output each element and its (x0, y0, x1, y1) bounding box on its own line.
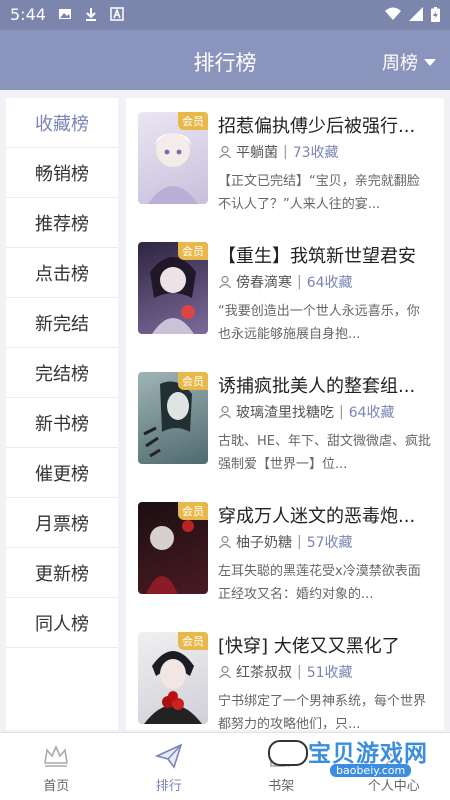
download-icon (86, 8, 96, 21)
sidebar-item-clicks[interactable]: 点击榜 (6, 248, 118, 298)
book-title[interactable]: 诱捕疯批美人的整套组... (218, 372, 436, 398)
book-meta: 傍春滴寒 | 64收藏 (218, 272, 353, 292)
sidebar-item-fan-fiction[interactable]: 同人榜 (6, 598, 118, 648)
sidebar-item-recommended[interactable]: 推荐榜 (6, 198, 118, 248)
wifi-icon (385, 7, 401, 20)
book-meta: 玻璃渣里找糖吃 | 64收藏 (218, 402, 395, 422)
crown-icon (44, 745, 69, 767)
sidebar-item-new-books[interactable]: 新书榜 (6, 398, 118, 448)
book-cover[interactable]: 会员 (138, 502, 208, 594)
book-favorites: 51收藏 (306, 665, 353, 681)
status-bar: 5:44 (0, 0, 450, 30)
author-icon (219, 535, 231, 549)
signal-icon (409, 7, 423, 21)
book-meta: 柚子奶糖 | 57收藏 (218, 532, 353, 552)
vip-badge: 会员 (178, 112, 208, 130)
author-icon (219, 665, 231, 679)
book-description: 【正文已完结】“宝贝，亲完就翻脸不认人了？”人来人往的宴... (218, 174, 420, 212)
book-description: 古耽、HE、年下、甜文微微虐、疯批强制爱【世界一】位... (218, 434, 431, 472)
sidebar-item-updated[interactable]: 更新榜 (6, 548, 118, 598)
book-title[interactable]: [快穿] 大佬又又黑化了 (218, 632, 436, 658)
book-author: 平躺菌 (236, 145, 278, 161)
book-item[interactable]: 会员 【重生】我筑新世望君安 傍春滴寒 | 64收藏 “我要创造出一个世人永远喜乐，… (126, 228, 444, 358)
period-label: 周榜 (382, 53, 418, 74)
book-title[interactable]: 【重生】我筑新世望君安 (218, 242, 436, 268)
book-cover[interactable]: 会员 (138, 112, 208, 204)
font-notification-icon (110, 7, 124, 21)
book-meta: 平躺菌 | 73收藏 (218, 142, 339, 162)
author-icon (219, 145, 231, 159)
book-title[interactable]: 招惹偏执傅少后被强行... (218, 112, 436, 138)
book-item[interactable]: 会员 诱捕疯批美人的整套组... 玻璃渣里找糖吃 | 64收藏 古耽、HE、年下、甜… (126, 358, 444, 488)
period-dropdown[interactable]: 周榜 (382, 49, 436, 75)
book-list: 会员 招惹偏执傅少后被强行... 平躺菌 | 73收藏 【正文已完结】“宝贝，亲完就… (126, 98, 444, 730)
book-item[interactable]: 会员 [快穿] 大佬又又黑化了 红茶叔叔 | 51收藏 宁书绑定了一个男神系统，每个… (126, 618, 444, 730)
book-item[interactable]: 会员 穿成万人迷文的恶毒炮... 柚子奶糖 | 57收藏 左耳失聪的黑莲花受x冷漠禁… (126, 488, 444, 618)
paper-plane-icon (154, 743, 183, 769)
book-item[interactable]: 会员 招惹偏执傅少后被强行... 平躺菌 | 73收藏 【正文已完结】“宝贝，亲完就… (126, 98, 444, 228)
caret-down-icon (424, 58, 436, 66)
book-favorites: 64收藏 (348, 405, 395, 421)
tab-home[interactable]: 首页 (0, 733, 113, 800)
book-description: “我要创造出一个世人永远喜乐，你也永远能够施展自身抱... (218, 304, 420, 342)
book-description: 宁书绑定了一个男神系统，每个世界都努力的攻略他们，只... (218, 694, 427, 730)
sidebar-item-monthly-ticket[interactable]: 月票榜 (6, 498, 118, 548)
book-description: 左耳失聪的黑莲花受x冷漠禁欲表面正经攻又名：婚约对象的... (218, 564, 421, 602)
book-author: 傍春滴寒 (236, 275, 292, 291)
status-time: 5:44 (10, 5, 46, 24)
book-cover[interactable]: 会员 (138, 632, 208, 724)
sidebar-item-completed[interactable]: 完结榜 (6, 348, 118, 398)
book-meta: 红茶叔叔 | 51收藏 (218, 662, 353, 682)
book-title[interactable]: 穿成万人迷文的恶毒炮... (218, 502, 436, 528)
book-cover[interactable]: 会员 (138, 242, 208, 334)
app-header: 排行榜 周榜 (0, 30, 450, 90)
gamepad-icon (268, 740, 308, 766)
author-icon (219, 405, 231, 419)
vip-badge: 会员 (178, 242, 208, 260)
tab-label: 排行 (155, 779, 182, 794)
author-icon (219, 275, 231, 289)
book-author: 玻璃渣里找糖吃 (236, 405, 334, 421)
book-author: 柚子奶糖 (236, 535, 292, 551)
site-watermark: 宝贝游戏网 baobeiy.com (268, 732, 436, 784)
book-favorites: 73收藏 (292, 145, 339, 161)
vip-badge: 会员 (178, 372, 208, 390)
sidebar-item-favorites[interactable]: 收藏榜 (6, 98, 118, 148)
tab-label: 首页 (43, 779, 70, 794)
vip-badge: 会员 (178, 632, 208, 650)
sidebar-item-urge-update[interactable]: 催更榜 (6, 448, 118, 498)
sidebar-item-bestseller[interactable]: 畅销榜 (6, 148, 118, 198)
watermark-url: baobeiy.com (330, 764, 412, 777)
book-favorites: 64收藏 (306, 275, 353, 291)
image-notification-icon (59, 9, 71, 19)
ranking-category-sidebar: 收藏榜 畅销榜 推荐榜 点击榜 新完结 完结榜 新书榜 催更榜 月票榜 更新榜 … (6, 98, 118, 730)
book-cover[interactable]: 会员 (138, 372, 208, 464)
book-author: 红茶叔叔 (236, 665, 292, 681)
book-favorites: 57收藏 (306, 535, 353, 551)
battery-icon (431, 7, 440, 22)
watermark-brand: 宝贝游戏网 (308, 741, 428, 767)
tab-ranking[interactable]: 排行 (113, 733, 226, 800)
vip-badge: 会员 (178, 502, 208, 520)
sidebar-item-new-completed[interactable]: 新完结 (6, 298, 118, 348)
